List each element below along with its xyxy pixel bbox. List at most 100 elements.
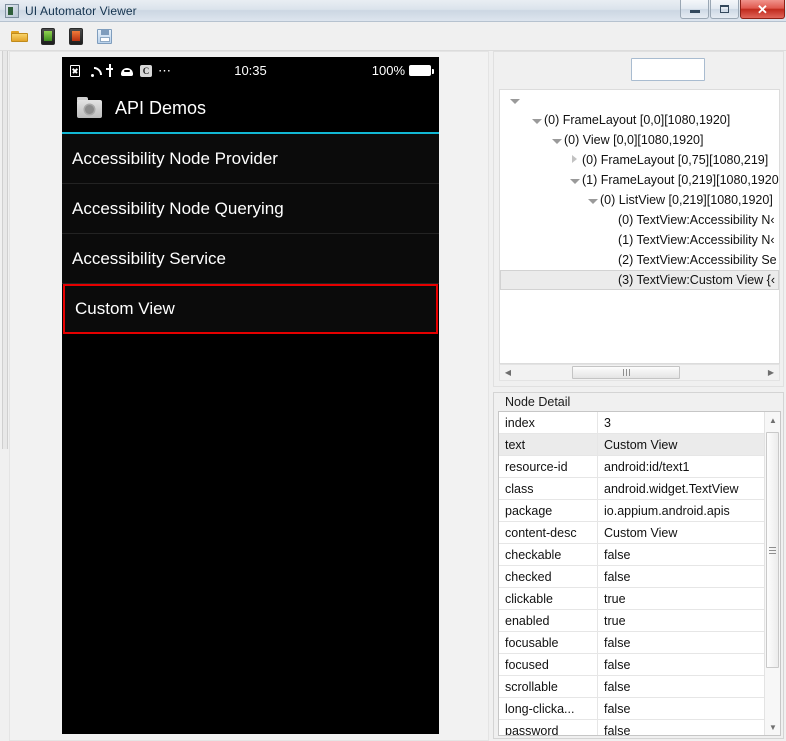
list-item[interactable]: Accessibility Service: [62, 234, 439, 284]
tree-node-label: (1) FrameLayout [0,219][1080,1920: [582, 173, 779, 187]
android-robot-icon: [120, 66, 134, 76]
table-row[interactable]: focused false: [499, 653, 765, 676]
detail-key: focusable: [499, 631, 598, 654]
detail-key: index: [499, 412, 598, 434]
tree-node[interactable]: (0) ListView [0,219][1080,1920]: [500, 190, 779, 210]
list-item[interactable]: Accessibility Node Querying: [62, 184, 439, 234]
table-row[interactable]: focusable false: [499, 631, 765, 654]
tree-node[interactable]: (1) FrameLayout [0,219][1080,1920: [500, 170, 779, 190]
list-item[interactable]: Accessibility Node Provider: [62, 134, 439, 184]
scroll-left-arrow-icon[interactable]: ◀: [500, 365, 516, 380]
chevron-down-icon[interactable]: [508, 90, 522, 110]
table-row[interactable]: package io.appium.android.apis: [499, 499, 765, 522]
detail-value: false: [597, 697, 765, 720]
chevron-down-icon[interactable]: [586, 190, 600, 210]
grip-icon: [622, 369, 630, 376]
screenshot-panel[interactable]: C ⋯ 10:35 100% API Demos Accessibility N…: [9, 51, 489, 741]
node-detail-title: Node Detail: [502, 395, 574, 409]
tree-node[interactable]: (0) FrameLayout [0,75][1080,219]: [500, 150, 779, 170]
open-file-button[interactable]: [8, 25, 32, 47]
folder-open-icon: [11, 30, 29, 43]
window-controls: ✕: [679, 0, 785, 19]
detail-value: false: [597, 631, 765, 654]
chevron-down-icon[interactable]: [568, 170, 582, 190]
status-icons-left: C ⋯: [70, 64, 172, 77]
vscroll-thumb[interactable]: [766, 432, 779, 668]
table-row[interactable]: resource-id android:id/text1: [499, 455, 765, 478]
main-content: C ⋯ 10:35 100% API Demos Accessibility N…: [0, 51, 786, 741]
table-row[interactable]: clickable true: [499, 587, 765, 610]
status-icons-right: 100%: [371, 57, 434, 84]
table-row[interactable]: content-desc Custom View: [499, 521, 765, 544]
scroll-up-arrow-icon[interactable]: ▲: [765, 412, 780, 428]
window-title: UI Automator Viewer: [25, 3, 137, 18]
hierarchy-tree-view[interactable]: (0) FrameLayout [0,0][1080,1920] (0) Vie…: [499, 89, 780, 364]
tree-node[interactable]: [500, 90, 779, 110]
detail-key: class: [499, 477, 598, 500]
left-scroll-thumb[interactable]: [2, 51, 8, 449]
tree-node-label: (3) TextView:Custom View {‹: [618, 273, 776, 287]
tree-node[interactable]: (0) TextView:Accessibility N‹: [500, 210, 779, 230]
scroll-down-arrow-icon[interactable]: ▼: [765, 719, 780, 735]
tree-horizontal-scrollbar[interactable]: ◀ ▶: [499, 364, 780, 381]
table-row[interactable]: checked false: [499, 565, 765, 588]
save-button[interactable]: [92, 25, 116, 47]
tree-node-label: (2) TextView:Accessibility Se: [618, 253, 777, 267]
minimize-button[interactable]: [680, 0, 709, 19]
table-row[interactable]: scrollable false: [499, 675, 765, 698]
table-row[interactable]: long-clicka... false: [499, 697, 765, 720]
node-detail-table-wrap[interactable]: index 3 text Custom View resource-id and…: [498, 411, 781, 736]
list-item-selected[interactable]: Custom View: [63, 284, 438, 334]
tree-node[interactable]: (0) FrameLayout [0,0][1080,1920]: [500, 110, 779, 130]
title-bar: UI Automator Viewer ✕: [0, 0, 786, 22]
detail-key: checked: [499, 565, 598, 588]
table-row-selected[interactable]: text Custom View: [499, 433, 765, 456]
detail-value: android.widget.TextView: [597, 477, 765, 500]
tree-node[interactable]: (1) TextView:Accessibility N‹: [500, 230, 779, 250]
close-button[interactable]: ✕: [740, 0, 785, 19]
detail-key: content-desc: [499, 521, 598, 544]
tree-node-selected[interactable]: (3) TextView:Custom View {‹: [500, 270, 779, 290]
detail-value: android:id/text1: [597, 455, 765, 478]
hscroll-thumb[interactable]: [572, 366, 680, 379]
ui-automator-viewer-window: UI Automator Viewer ✕ C ⋯ 10:35 100% API…: [0, 0, 786, 741]
hscroll-track[interactable]: [516, 365, 763, 380]
app-window-icon: [5, 3, 19, 18]
toolbar: [0, 22, 786, 51]
chevron-down-icon[interactable]: [530, 110, 544, 130]
tree-node-label: (1) TextView:Accessibility N‹: [618, 233, 775, 247]
detail-key: enabled: [499, 609, 598, 632]
detail-key: scrollable: [499, 675, 598, 698]
detail-vertical-scrollbar[interactable]: ▲ ▼: [764, 412, 780, 735]
device-screenshot-compressed-button[interactable]: [64, 25, 88, 47]
device-screen[interactable]: C ⋯ 10:35 100% API Demos Accessibility N…: [62, 57, 439, 734]
table-row[interactable]: checkable false: [499, 543, 765, 566]
android-status-bar: C ⋯ 10:35 100%: [62, 57, 439, 84]
battery-percent-label: 100%: [371, 63, 405, 78]
table-row[interactable]: password false: [499, 719, 765, 735]
chevron-right-icon[interactable]: [568, 150, 582, 170]
detail-value: 3: [597, 412, 765, 434]
tree-search-input[interactable]: [631, 58, 705, 81]
detail-key: clickable: [499, 587, 598, 610]
device-screenshot-button[interactable]: [36, 25, 60, 47]
table-row[interactable]: enabled true: [499, 609, 765, 632]
device-red-icon: [69, 27, 83, 45]
detail-value: true: [597, 587, 765, 610]
chevron-down-icon[interactable]: [550, 130, 564, 150]
grip-icon: [769, 546, 776, 554]
tree-node[interactable]: (2) TextView:Accessibility Se: [500, 250, 779, 270]
restore-button[interactable]: [710, 0, 739, 19]
close-icon: ✕: [757, 1, 768, 17]
node-detail-panel: Node Detail index 3 text Custom View res…: [493, 392, 784, 739]
list-item-label: Accessibility Node Querying: [72, 198, 284, 218]
detail-key: resource-id: [499, 455, 598, 478]
table-row[interactable]: index 3: [499, 412, 765, 434]
save-disk-icon: [96, 28, 112, 44]
tree-node[interactable]: (0) View [0,0][1080,1920]: [500, 130, 779, 150]
scroll-right-arrow-icon[interactable]: ▶: [763, 365, 779, 380]
detail-key: long-clicka...: [499, 697, 598, 720]
device-green-icon: [41, 27, 55, 45]
table-row[interactable]: class android.widget.TextView: [499, 477, 765, 500]
detail-value: false: [597, 653, 765, 676]
